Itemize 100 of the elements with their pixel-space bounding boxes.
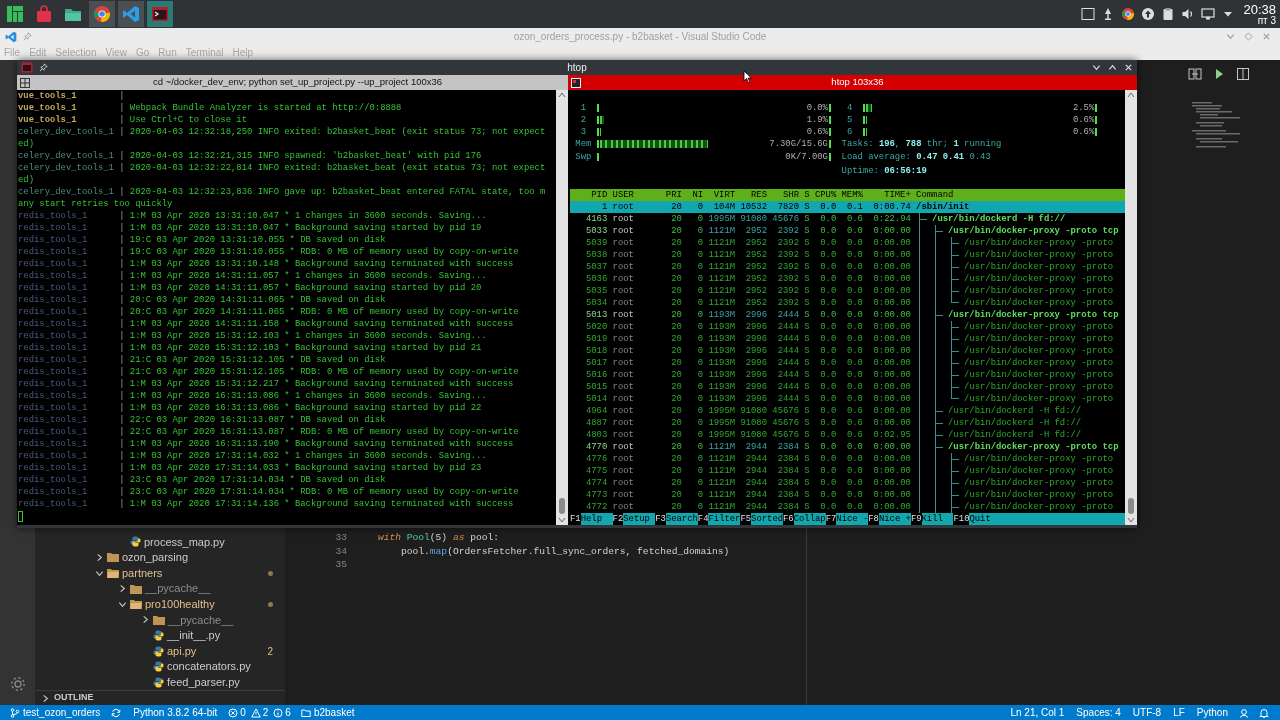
process-row[interactable]: 4803 root 20 0 1995M 91080 45676 S 0.0 0.6 0:02.95 /usr/bin/dockerd -H fd:// bbox=[570, 428, 1125, 441]
tree-item[interactable]: __pycache__ bbox=[35, 580, 285, 597]
window-icon[interactable] bbox=[1081, 7, 1096, 21]
table-cell-text: 0.0 bbox=[819, 416, 837, 429]
tree-item[interactable]: api.py 2 bbox=[35, 643, 285, 659]
tree-item[interactable]: __pycache__ bbox=[35, 612, 285, 628]
table-cell-text: root bbox=[611, 296, 635, 309]
update-icon[interactable] bbox=[1141, 7, 1156, 21]
column-header[interactable]: S bbox=[798, 188, 810, 201]
tree-item[interactable]: pro100healthy bbox=[35, 596, 285, 613]
status-item[interactable]: Python bbox=[1190, 705, 1234, 720]
scroll-down-icon[interactable] bbox=[558, 516, 566, 523]
process-row[interactable]: 4773 root 20 0 1121M 2944 2384 S 0.0 0.0 0:00.00 /usr/bin/docker-proxy -proto bbox=[570, 488, 1125, 501]
table-cell: /usr/bin/docker-proxy -proto bbox=[964, 476, 1114, 489]
tree-item[interactable]: process_map.py bbox=[35, 534, 285, 550]
process-row[interactable]: 5019 root 20 0 1193M 2996 2444 S 0.0 0.0 0:00.00 /usr/bin/docker-proxy -proto bbox=[570, 332, 1125, 345]
scrollbar-thumb[interactable] bbox=[559, 497, 565, 514]
status-item[interactable]: UTF-8 bbox=[1126, 705, 1168, 720]
process-row[interactable]: 5017 root 20 0 1193M 2996 2444 S 0.0 0.0 0:00.00 /usr/bin/docker-proxy -proto bbox=[570, 356, 1125, 369]
process-row[interactable]: 5039 root 20 0 1121M 2952 2392 S 0.0 0.0 0:00.00 /usr/bin/docker-proxy -proto bbox=[570, 236, 1125, 249]
process-row[interactable]: 5037 root 20 0 1121M 2952 2392 S 0.0 0.0 0:00.00 /usr/bin/docker-proxy -proto bbox=[570, 260, 1125, 273]
function-button[interactable]: Nice - bbox=[836, 512, 869, 525]
column-header[interactable]: USER bbox=[607, 188, 666, 201]
problems-button[interactable]: 0 2 6 bbox=[224, 705, 295, 720]
process-row[interactable]: 4770 root 20 0 1121M 2944 2384 S 0.0 0.0 0:00.00 /usr/bin/docker-proxy -proto tcp bbox=[570, 440, 1125, 453]
status-item[interactable]: Spaces: 4 bbox=[1070, 705, 1127, 720]
monitor-icon[interactable] bbox=[1201, 7, 1216, 21]
process-row[interactable]: 4776 root 20 0 1121M 2944 2384 S 0.0 0.0 0:00.00 /usr/bin/docker-proxy -proto bbox=[570, 452, 1125, 465]
process-row[interactable]: 4887 root 20 0 1995M 91080 45676 S 0.0 0.6 0:00.00 /usr/bin/dockerd -H fd:// bbox=[570, 416, 1125, 429]
process-row[interactable]: 4163 root 20 0 1995M 91080 45676 S 0.0 0.6 0:22.94 /usr/bin/dockerd -H fd:// bbox=[570, 212, 1125, 225]
process-row[interactable]: 5020 root 20 0 1193M 2996 2444 S 0.0 0.0 0:00.00 /usr/bin/docker-proxy -proto bbox=[570, 320, 1125, 333]
process-row[interactable]: 5015 root 20 0 1193M 2996 2444 S 0.0 0.0 0:00.00 /usr/bin/docker-proxy -proto bbox=[570, 380, 1125, 393]
process-row[interactable]: 4774 root 20 0 1121M 2944 2384 S 0.0 0.0 0:00.00 /usr/bin/docker-proxy -proto bbox=[570, 476, 1125, 489]
process-row[interactable]: 4775 root 20 0 1121M 2944 2384 S 0.0 0.0 0:00.00 /usr/bin/docker-proxy -proto bbox=[570, 464, 1125, 477]
scrollbar[interactable] bbox=[556, 90, 568, 525]
process-row[interactable]: 4772 root 20 0 1121M 2944 2384 S 0.0 0.0 0:00.00 /usr/bin/docker-proxy -proto bbox=[570, 500, 1125, 513]
column-header[interactable]: PID bbox=[570, 188, 608, 201]
tree-item[interactable]: concatenators.py bbox=[35, 658, 285, 675]
warning-icon bbox=[250, 707, 261, 718]
process-row[interactable]: 5036 root 20 0 1121M 2952 2392 S 0.0 0.0 0:00.00 /usr/bin/docker-proxy -proto bbox=[570, 272, 1125, 285]
process-row[interactable]: 5013 root 20 0 1193M 2996 2444 S 0.0 0.0 0:00.00 /usr/bin/docker-proxy -proto tcp bbox=[570, 308, 1125, 321]
function-button[interactable]: Collap bbox=[793, 512, 826, 525]
status-item[interactable]: Ln 21, Col 1 bbox=[1004, 705, 1071, 720]
scroll-up-icon[interactable] bbox=[558, 92, 566, 98]
scroll-down-icon[interactable] bbox=[1127, 516, 1135, 523]
function-button[interactable]: Quit bbox=[969, 512, 1125, 525]
pane-header[interactable]: cd ~/docker_dev_env; python set_up_project.py --up_project 100x36 bbox=[17, 75, 568, 90]
clipboard-icon[interactable] bbox=[1161, 7, 1176, 21]
taskbar-button[interactable] bbox=[118, 1, 144, 27]
function-button[interactable]: Setup bbox=[623, 512, 656, 525]
maximize-icon[interactable] bbox=[1108, 63, 1117, 72]
function-button[interactable]: Filter bbox=[708, 512, 741, 525]
log-message: Webpack Bundle Analyzer is started at http://0:8888 bbox=[129, 102, 402, 114]
tree-item[interactable]: partners bbox=[35, 565, 285, 581]
function-button[interactable]: Help bbox=[580, 512, 613, 525]
scrollbar[interactable] bbox=[1125, 90, 1137, 525]
branch-button[interactable]: test_ozon_orders bbox=[6, 705, 105, 720]
tree-item[interactable]: __init__.py bbox=[35, 627, 285, 644]
pane-header[interactable]: htop 103x36 bbox=[568, 75, 1137, 90]
process-row[interactable]: 5018 root 20 0 1193M 2996 2444 S 0.0 0.0 0:00.00 /usr/bin/docker-proxy -proto bbox=[570, 344, 1125, 357]
status-item[interactable]: LF bbox=[1167, 705, 1191, 720]
process-row[interactable]: 5038 root 20 0 1121M 2952 2392 S 0.0 0.0 0:00.00 /usr/bin/docker-proxy -proto bbox=[570, 248, 1125, 261]
log-message: 2020-04-03 12:32:22,814 INFO exited: b2basket_beat (exit status 73; not expect bbox=[129, 162, 546, 174]
process-row[interactable]: 5035 root 20 0 1121M 2952 2392 S 0.0 0.0 0:00.00 /usr/bin/docker-proxy -proto bbox=[570, 284, 1125, 297]
tree-item[interactable]: feed_parser.py bbox=[35, 674, 285, 690]
workspace-button[interactable]: b2basket bbox=[296, 705, 359, 720]
code-line: with Pool(5) as pool: bbox=[378, 532, 499, 543]
process-row[interactable]: 5016 root 20 0 1193M 2996 2444 S 0.0 0.0 0:00.00 /usr/bin/docker-proxy -proto bbox=[570, 368, 1125, 381]
scrollbar-thumb[interactable] bbox=[1128, 497, 1134, 514]
table-cell-text: 0.0 bbox=[845, 500, 863, 513]
process-row[interactable]: 5034 root 20 0 1121M 2952 2392 S 0.0 0.0 0:00.00 /usr/bin/docker-proxy -proto bbox=[570, 296, 1125, 309]
taskbar-button[interactable] bbox=[147, 1, 173, 27]
column-header[interactable]: VIRT bbox=[703, 188, 736, 201]
process-row[interactable]: 5014 root 20 0 1193M 2996 2444 S 0.0 0.0 0:00.00 /usr/bin/docker-proxy -proto bbox=[570, 392, 1125, 405]
process-row[interactable]: 5033 root 20 0 1121M 2952 2392 S 0.0 0.0 0:00.00 /usr/bin/docker-proxy -proto tcp bbox=[570, 224, 1125, 237]
browser-icon[interactable] bbox=[1121, 7, 1136, 21]
function-button[interactable]: Search bbox=[665, 512, 698, 525]
interpreter-button[interactable]: Python 3.8.2 64-bit bbox=[128, 705, 223, 720]
feedback-icon bbox=[1239, 707, 1249, 718]
scroll-up-icon[interactable] bbox=[1127, 92, 1135, 98]
function-button[interactable]: Nice + bbox=[878, 512, 911, 525]
process-row[interactable]: 4964 root 20 0 1995M 91080 45676 S 0.0 0.6 0:00.00 /usr/bin/dockerd -H fd:// bbox=[570, 404, 1125, 417]
column-header[interactable]: RES bbox=[735, 188, 767, 201]
taskbar-button[interactable] bbox=[89, 1, 115, 27]
column-header[interactable]: Command bbox=[916, 188, 954, 201]
function-button[interactable]: Kill bbox=[921, 512, 954, 525]
table-cell: /usr/bin/docker-proxy -proto bbox=[964, 272, 1114, 285]
split-editor-icon[interactable] bbox=[1236, 67, 1250, 81]
terminal-icon bbox=[151, 5, 169, 23]
table-cell-text: S bbox=[803, 440, 810, 453]
column-header[interactable]: NI bbox=[681, 188, 704, 201]
minimize-icon[interactable] bbox=[1092, 63, 1101, 72]
column-header[interactable]: TIME+ bbox=[862, 188, 911, 201]
column-header[interactable]: CPU% bbox=[809, 188, 837, 201]
column-header[interactable]: MEM% bbox=[836, 188, 863, 201]
tree-item[interactable]: ozon_parsing bbox=[35, 549, 285, 566]
compare-icon[interactable] bbox=[1188, 67, 1202, 81]
settings-icon[interactable] bbox=[8, 675, 27, 693]
column-header[interactable]: PRI bbox=[665, 188, 682, 201]
column-header[interactable]: SHR bbox=[767, 188, 799, 201]
